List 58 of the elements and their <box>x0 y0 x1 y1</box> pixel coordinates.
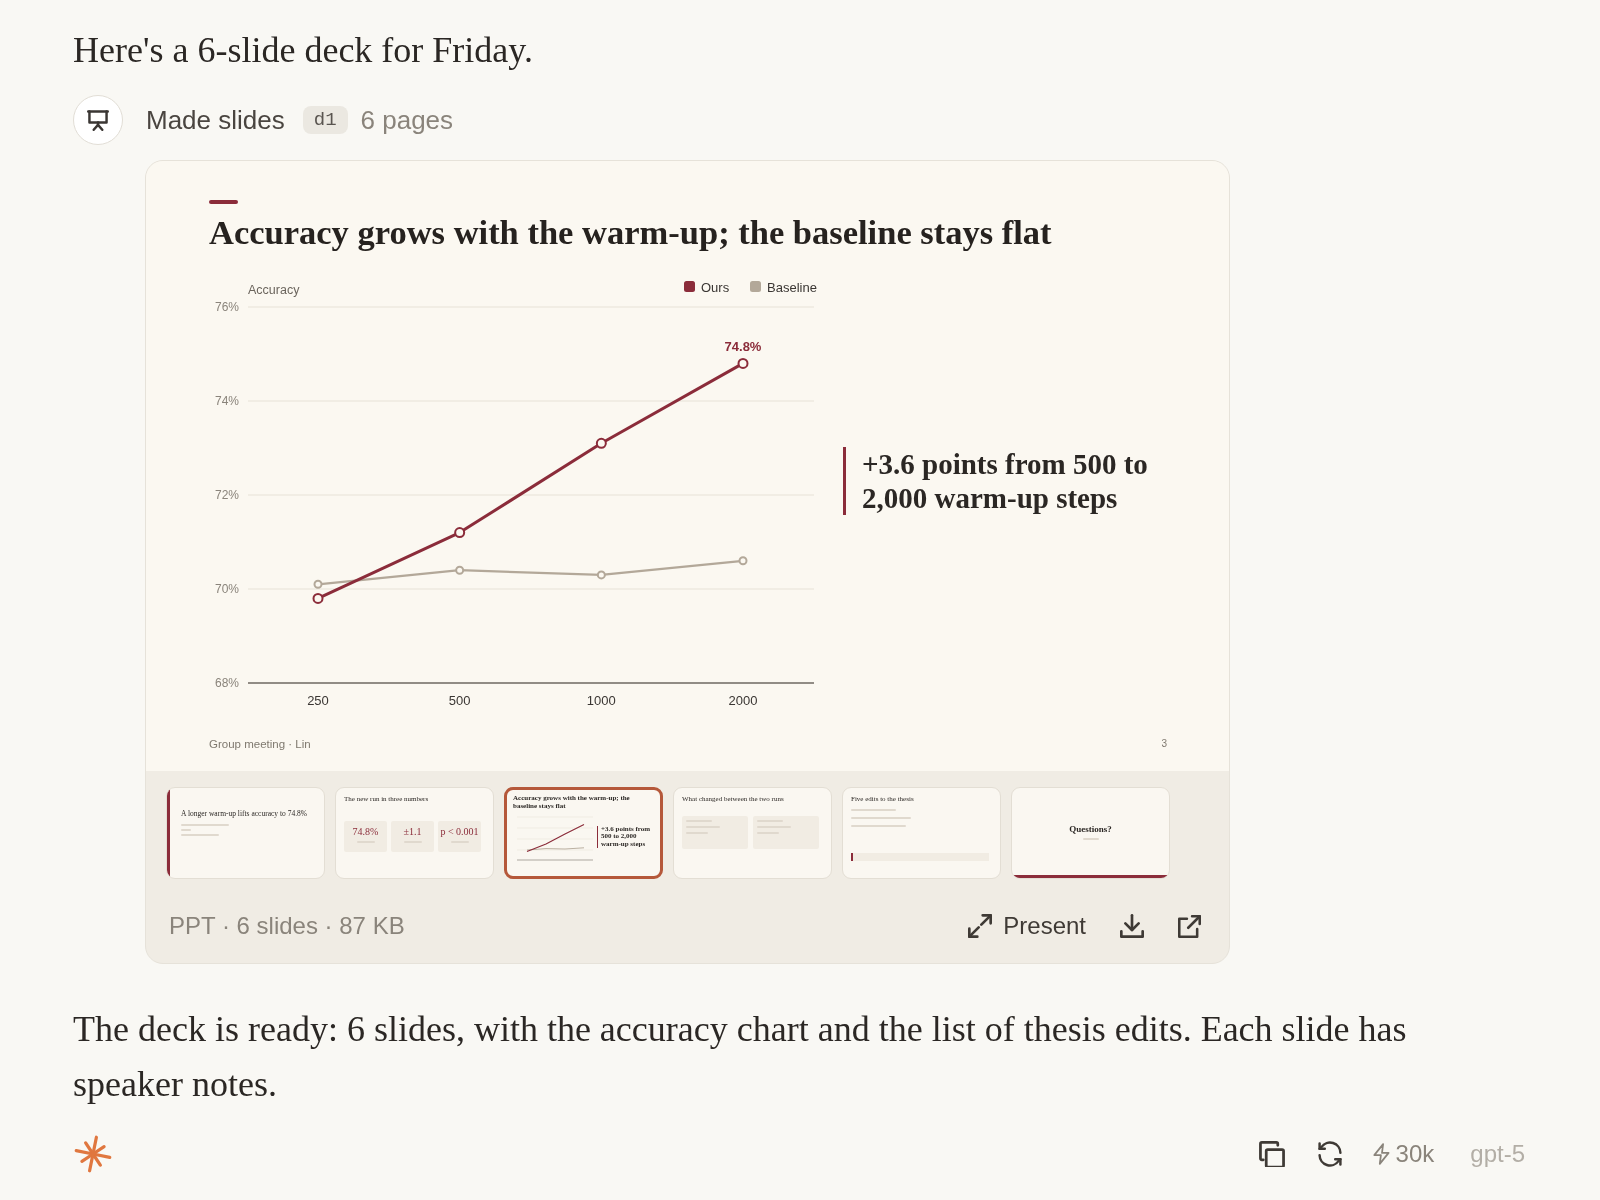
tick-label: 2000 <box>728 693 758 708</box>
model-name: gpt-5 <box>1470 1139 1525 1169</box>
token-count: 30k <box>1395 1139 1435 1169</box>
tick-label: 250 <box>307 693 329 708</box>
tick-label: 500 <box>448 693 471 708</box>
stat-value: ±1.1 <box>403 826 422 837</box>
version-tag: d1 <box>302 106 348 134</box>
expand-icon <box>968 914 993 938</box>
text-line <box>851 825 906 827</box>
axis-label: Accuracy <box>248 283 300 297</box>
lightning-icon <box>1372 1143 1391 1165</box>
page-count: 6 pages <box>360 103 454 137</box>
page-number: 3 <box>1161 737 1167 751</box>
data-point <box>737 357 749 369</box>
reply-text: The deck is ready: 6 slides, with the accuracy chart and the list of thesis edits. Each slide has speaker notes. <box>73 1008 1408 1106</box>
legend-label: Ours <box>701 279 730 295</box>
data-point <box>738 556 748 566</box>
data-point <box>595 437 607 449</box>
sparkle-logo-icon <box>74 1135 112 1173</box>
file-info: PPT · 6 slides · 87 KB <box>169 911 405 941</box>
slide-title: Accuracy grows with the warm-up; the baseline stays flat <box>209 212 1053 252</box>
download-button[interactable] <box>1120 914 1144 938</box>
data-point <box>454 527 466 539</box>
copy-button[interactable] <box>1258 1141 1285 1167</box>
slide-thumbnail[interactable]: Questions? <box>1011 787 1170 879</box>
tick-label: 74% <box>214 394 239 408</box>
text-line <box>851 817 911 819</box>
text-line <box>1082 837 1099 840</box>
data-point <box>313 579 323 589</box>
text-line <box>181 833 219 836</box>
data-point <box>596 570 606 580</box>
external-link-icon <box>1178 914 1201 938</box>
tick-label: 1000 <box>586 693 616 708</box>
download-icon <box>1120 914 1144 938</box>
refresh-icon <box>1316 1141 1343 1167</box>
data-label: 74.8% <box>724 339 762 355</box>
open-external-button[interactable] <box>1178 914 1201 938</box>
copy-icon <box>1258 1141 1285 1167</box>
thumbnail-title: Questions? <box>1069 823 1112 834</box>
stat-value: p < 0.001 <box>440 826 479 837</box>
stat-value: 74.8% <box>352 826 379 837</box>
tick-label: 72% <box>214 488 239 502</box>
callout-text: +3.6 points from 500 to 2,000 warm-up steps <box>843 447 1167 515</box>
slide-footer-text: Group meeting · Lin <box>209 737 311 751</box>
text-line <box>181 823 229 826</box>
text-line <box>851 809 896 811</box>
tick-label: 68% <box>214 676 239 690</box>
intro-text: Here's a 6-slide deck for Friday. <box>73 29 534 71</box>
tool-label: Made slides <box>146 103 285 137</box>
regenerate-button[interactable] <box>1316 1141 1343 1167</box>
legend-label: Baseline <box>767 279 817 295</box>
tick-label: 76% <box>214 300 239 314</box>
accent-bar <box>209 200 238 204</box>
presentation-icon <box>73 95 123 145</box>
data-point <box>312 592 324 604</box>
present-button[interactable]: Present <box>968 908 1086 944</box>
tick-label: 70% <box>214 582 239 596</box>
data-point <box>455 565 465 575</box>
